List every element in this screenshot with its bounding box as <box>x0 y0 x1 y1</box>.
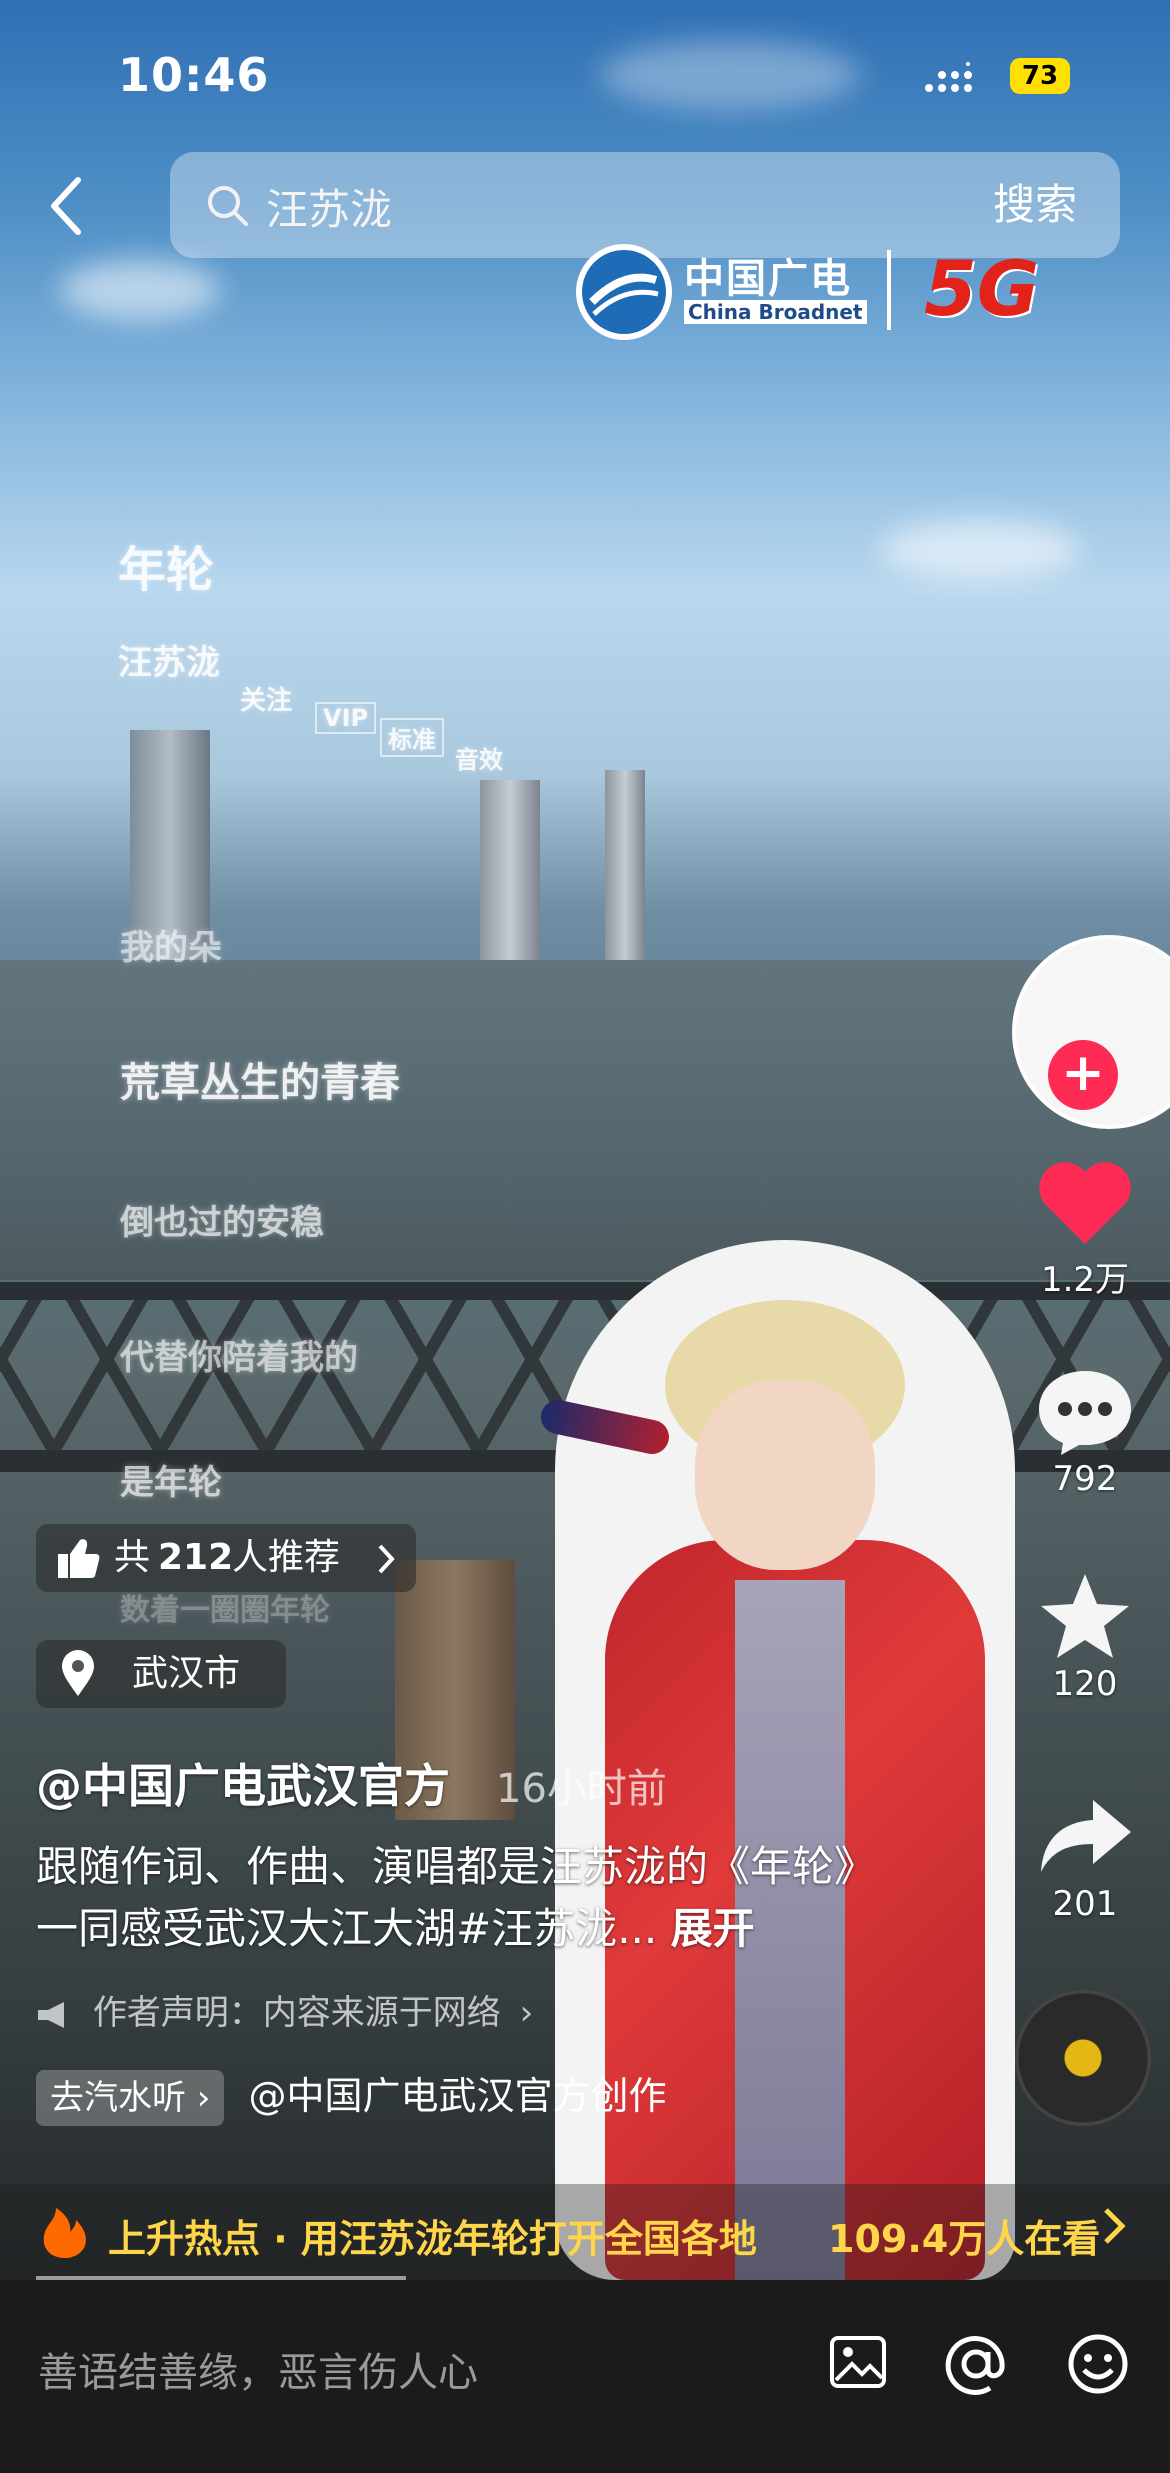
cloud <box>880 520 1080 580</box>
like-button[interactable]: 1.2万 <box>1025 1158 1145 1301</box>
recommend-count: 212 <box>158 1537 234 1578</box>
thumbs-up-icon <box>58 1539 100 1578</box>
author-claim[interactable]: 作者声明：内容来源于网络 › <box>36 1985 533 2034</box>
music-disc-icon[interactable] <box>1015 1990 1151 2126</box>
lyric-line: 代替你陪着我的 <box>120 1338 358 1378</box>
chevron-right-icon: › <box>519 1993 534 2033</box>
lyric-chip: 标准 <box>380 718 444 757</box>
recommend-prefix: 共 <box>114 1537 151 1578</box>
share-arrow-icon <box>1041 1800 1131 1872</box>
chevron-right-icon <box>378 1544 395 1574</box>
author-name[interactable]: @中国广电武汉官方 <box>36 1750 450 1816</box>
hot-topic-text: 上升热点 · 用汪苏泷年轮打开全国各地 <box>108 2217 757 2261</box>
lyric-chip: 关注 <box>240 686 293 716</box>
post-description: 跟随作词、作曲、演唱都是汪苏泷的《年轮》一同感受武汉大江大湖#汪苏泷... 展开 <box>36 1836 886 1960</box>
lyric-artist: 汪苏泷 <box>118 643 220 683</box>
comment-bar: 善语结善缘，恶言伤人心 <box>0 2280 1170 2473</box>
comment-count: 792 <box>1052 1459 1118 1499</box>
post-time: 16小时前 <box>496 1766 667 1812</box>
hot-topic-bar[interactable]: 上升热点 · 用汪苏泷年轮打开全国各地 109.4万人在看 <box>0 2184 1170 2280</box>
location-pin-icon <box>62 1650 94 1696</box>
recommend-suffix: 人推荐 <box>232 1537 341 1578</box>
follow-button[interactable]: + <box>1048 1040 1118 1110</box>
star-icon <box>1041 1574 1129 1658</box>
music-row[interactable]: 去汽水听 › @中国广电武汉官方创作 <box>36 2065 667 2126</box>
logo-divider <box>887 250 891 330</box>
lyric-line: 荒草丛生的青春 <box>120 1060 400 1106</box>
location-text: 武汉市 <box>132 1653 241 1694</box>
favorite-button[interactable]: 120 <box>1025 1570 1145 1704</box>
channel-logo: 中国广电 China Broadnet 5G <box>572 240 1072 344</box>
emoji-icon[interactable] <box>1066 2332 1130 2396</box>
lyric-line: 倒也过的安稳 <box>120 1203 324 1243</box>
hot-viewer-count: 109.4万人在看 <box>828 2217 1101 2261</box>
claim-text: 作者声明：内容来源于网络 <box>92 1993 501 2033</box>
battery-indicator: 73 <box>1010 58 1070 94</box>
expand-link[interactable]: 展开 <box>671 1904 755 1953</box>
comment-icon <box>1039 1371 1131 1455</box>
share-button[interactable]: 201 <box>1025 1790 1145 1924</box>
lyric-line: 我的朵 <box>120 928 222 968</box>
share-count: 201 <box>1052 1884 1118 1924</box>
lyric-chip: VIP <box>315 702 377 734</box>
music-app-tag[interactable]: 去汽水听 › <box>36 2070 225 2126</box>
recommend-chip[interactable]: 共 212 人推荐 <box>36 1524 416 1592</box>
search-input[interactable]: 汪苏泷 <box>266 176 392 237</box>
lyric-chip: 音效 <box>455 746 503 774</box>
logo-5g: 5G <box>924 244 1040 333</box>
music-credit: @中国广电武汉官方创作 <box>248 2074 667 2118</box>
chevron-right-icon <box>1104 2208 1126 2244</box>
status-time: 10:46 <box>118 48 270 102</box>
megaphone-icon <box>38 2001 64 2028</box>
heart-icon <box>1039 1162 1131 1244</box>
image-icon[interactable] <box>828 2332 888 2392</box>
broadnet-logo-icon <box>576 244 672 340</box>
logo-text-en: China Broadnet <box>684 300 867 324</box>
fire-icon <box>43 2208 86 2258</box>
back-arrow-icon[interactable] <box>48 176 84 236</box>
lyric-line: 是年轮 <box>120 1463 222 1503</box>
status-bar: 10:46 73 <box>0 48 1170 108</box>
lyric-title: 年轮 <box>118 542 215 598</box>
location-chip[interactable]: 武汉市 <box>36 1640 286 1708</box>
cloud <box>60 260 220 320</box>
music-tag-label: 去汽水听 <box>50 2078 186 2118</box>
favorite-count: 120 <box>1052 1664 1118 1704</box>
logo-text-cn: 中国广电 <box>684 256 852 302</box>
comment-input[interactable]: 善语结善缘，恶言伤人心 <box>38 2340 478 2398</box>
at-mention-icon[interactable] <box>944 2332 1008 2396</box>
like-count: 1.2万 <box>1040 1260 1130 1300</box>
signal-icon <box>925 62 972 92</box>
comment-button[interactable]: 792 <box>1025 1365 1145 1499</box>
search-icon <box>208 186 248 226</box>
